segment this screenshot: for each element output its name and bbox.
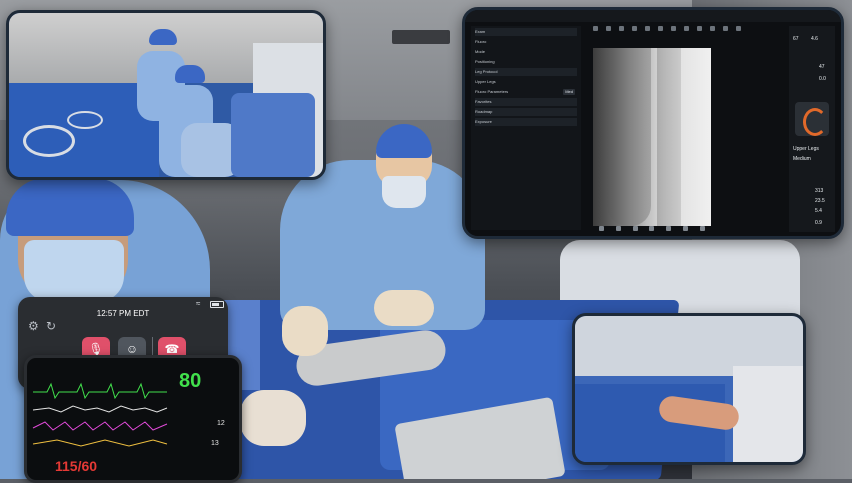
feed-coiled-wire <box>23 125 75 157</box>
fluoroscopy-app-window[interactable]: Exam Fluoro Mode Positioning Leg Protoco… <box>462 7 844 239</box>
xray-femur <box>607 48 651 226</box>
image-tool-icon[interactable] <box>632 226 638 231</box>
xray-bone-edge <box>657 48 681 226</box>
refresh-icon[interactable]: ↻ <box>46 319 56 333</box>
small-readout-2: 13 <box>211 440 219 447</box>
assistant-mask <box>24 240 124 302</box>
value-a: 47 <box>819 64 825 70</box>
exam-panel: Exam Fluoro Mode Positioning Leg Protoco… <box>471 26 581 230</box>
exam-row[interactable]: Fluoro Parameters Med <box>475 88 577 96</box>
tool-icon[interactable] <box>658 26 663 31</box>
camera-feed-window-2[interactable] <box>572 313 806 465</box>
surgeon-glove-right <box>374 290 434 326</box>
tool-icon[interactable] <box>671 26 676 31</box>
feed-coiled-wire-small <box>67 111 103 129</box>
exam-row[interactable]: Fluoro <box>475 38 577 46</box>
tool-icon[interactable] <box>619 26 624 31</box>
image-tool-icon[interactable] <box>649 226 655 231</box>
tool-icon[interactable] <box>723 26 728 31</box>
image-tool-icon[interactable] <box>699 226 705 231</box>
feed-patient-drape <box>231 93 315 177</box>
c-arm-icon <box>803 108 827 136</box>
mic-off-icon: 🎙 <box>88 342 104 356</box>
image-tools <box>593 226 711 234</box>
fluoroscopy-image[interactable] <box>593 48 711 226</box>
vitals-monitor: 80 12 13 115/60 <box>24 355 242 483</box>
image-toolbar <box>585 26 789 32</box>
exam-row[interactable]: Favorites <box>475 98 577 106</box>
heart-rate-value: 80 <box>179 370 202 392</box>
tool-icon[interactable] <box>645 26 650 31</box>
camera-feed-window-1[interactable] <box>6 10 326 180</box>
surgeon-mask <box>382 176 426 208</box>
exam-panel-header: Exam <box>475 28 577 36</box>
tool-icon[interactable] <box>684 26 689 31</box>
call-time: 12:57 PM EDT <box>96 309 150 318</box>
tool-icon[interactable] <box>606 26 611 31</box>
exam-row[interactable]: Leg Protocol <box>475 68 577 76</box>
phone-hangup-icon: ☎ <box>164 342 180 356</box>
kv-value: 67 <box>793 36 799 42</box>
fluoro-param-value[interactable]: Med <box>563 89 575 95</box>
battery-icon <box>210 301 224 308</box>
image-tool-icon[interactable] <box>598 226 604 231</box>
stat-3: 5.4 <box>815 208 822 214</box>
image-tool-icon[interactable] <box>683 226 689 231</box>
exam-row[interactable]: Positioning <box>475 58 577 66</box>
gear-icon[interactable]: ⚙ <box>28 319 39 333</box>
ecg-waveform <box>33 382 167 400</box>
value-b: 0.0 <box>819 76 826 82</box>
resp-waveform <box>32 439 168 447</box>
tool-icon[interactable] <box>632 26 637 31</box>
pressure-waveform <box>32 421 168 431</box>
feed-person-1-cap <box>149 29 177 45</box>
acquisition-panel: 67 4.6 47 0.0 Upper Legs Medium 313 23.5… <box>789 26 835 232</box>
assistant-glove <box>240 390 306 446</box>
gantry-position-icon[interactable] <box>795 102 829 136</box>
tool-icon[interactable] <box>736 26 741 31</box>
small-readout-1: 12 <box>217 420 225 427</box>
image-tool-icon[interactable] <box>666 226 672 231</box>
ceiling-vent <box>392 30 450 44</box>
exam-row[interactable]: Exposure <box>475 118 577 126</box>
stat-4: 0.9 <box>815 220 822 226</box>
tool-icon[interactable] <box>710 26 715 31</box>
exam-row[interactable]: Mode <box>475 48 577 56</box>
assistant-cap <box>6 178 134 236</box>
tool-icon[interactable] <box>697 26 702 31</box>
exam-row[interactable]: Upper Legs <box>475 78 577 86</box>
exam-row[interactable]: Roadmap <box>475 108 577 116</box>
wifi-icon: ≈ <box>196 299 201 308</box>
pleth-waveform <box>32 405 168 413</box>
tool-icon[interactable] <box>593 26 598 31</box>
stat-1: 313 <box>815 188 824 194</box>
mode-label: Medium <box>793 156 811 162</box>
image-tool-icon[interactable] <box>615 226 621 231</box>
feed-white-equipment <box>733 366 803 462</box>
surgeon-cap <box>376 124 432 158</box>
app-titlebar <box>465 10 841 22</box>
procedure-label: Upper Legs <box>793 146 819 152</box>
blood-pressure-value: 115/60 <box>55 458 98 474</box>
stat-2: 23.5 <box>815 198 825 204</box>
ma-value: 4.6 <box>811 36 818 42</box>
people-icon: ☺ <box>125 342 139 356</box>
feed-person-2-cap <box>175 65 205 83</box>
surgeon-glove-left <box>282 306 328 356</box>
